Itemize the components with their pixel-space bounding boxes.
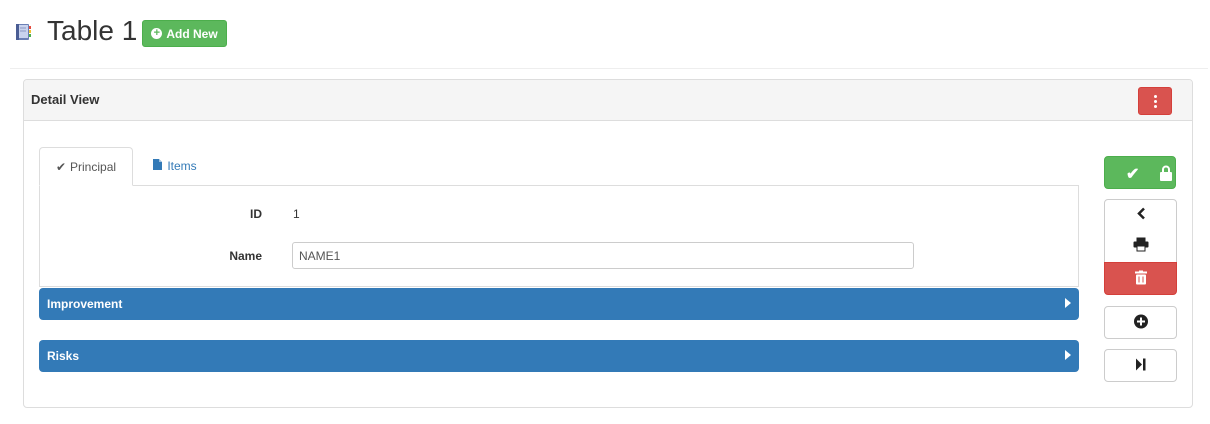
save-button[interactable]: ✔ (1104, 156, 1176, 189)
lock-icon (1160, 165, 1172, 181)
tab-divider (133, 185, 1079, 186)
tab-items-label: Items (167, 159, 197, 173)
plus-circle-icon (1133, 314, 1148, 331)
panel-menu-button[interactable] (1138, 87, 1172, 115)
plus-circle-icon: + (151, 28, 163, 39)
add-new-button[interactable]: + Add New (142, 20, 227, 47)
panel-heading (24, 80, 1192, 121)
panel-title: Detail View (31, 92, 100, 107)
add-new-label: Add New (166, 26, 218, 41)
id-value: 1 (293, 207, 300, 221)
header-divider (10, 68, 1208, 69)
print-icon (1133, 237, 1148, 255)
section-risks[interactable]: Risks (39, 340, 1079, 372)
caret-right-icon (1065, 350, 1071, 360)
name-label: Name (229, 249, 262, 263)
step-forward-icon (1135, 358, 1146, 373)
print-button[interactable] (1104, 230, 1177, 263)
name-field[interactable] (292, 242, 914, 269)
tab-items[interactable]: Items (140, 147, 210, 185)
vertical-ellipsis-icon (1153, 94, 1157, 98)
id-label: ID (250, 207, 262, 221)
chevron-left-icon (1136, 207, 1146, 223)
tab-content (39, 185, 1079, 287)
section-risks-label: Risks (47, 349, 80, 363)
back-button[interactable] (1104, 199, 1177, 231)
tab-principal-label: Principal (70, 159, 117, 174)
book-icon (13, 22, 33, 42)
section-improvement[interactable]: Improvement (39, 288, 1079, 320)
tab-principal[interactable]: ✔ Principal (39, 147, 133, 186)
section-improvement-label: Improvement (47, 297, 123, 311)
check-icon: ✔ (1126, 166, 1140, 183)
caret-right-icon (1065, 298, 1071, 308)
trash-icon (1134, 270, 1147, 287)
last-record-button[interactable] (1104, 349, 1177, 382)
page-title: Table 1 (47, 15, 138, 46)
record-actions-group (1104, 199, 1177, 295)
add-record-button[interactable] (1104, 306, 1177, 339)
delete-button[interactable] (1104, 262, 1177, 295)
file-icon (153, 159, 163, 173)
check-icon: ✔ (55, 159, 67, 174)
